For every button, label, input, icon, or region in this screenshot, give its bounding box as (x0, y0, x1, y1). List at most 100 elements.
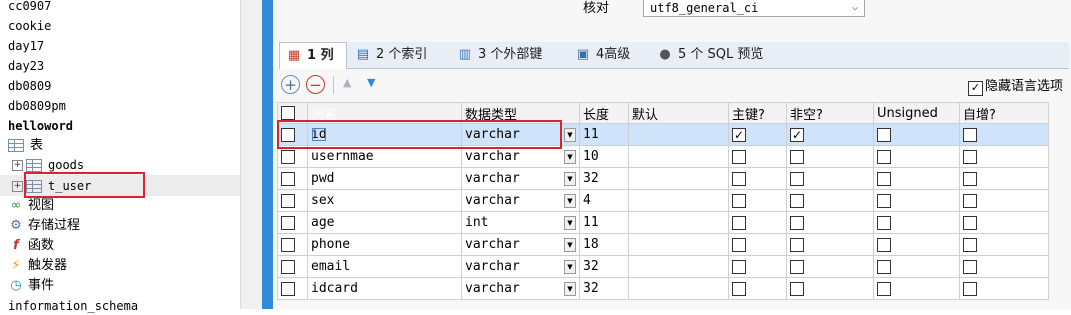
default-cell[interactable] (628, 255, 729, 278)
tree-db-cc0907[interactable]: cc0907 (8, 0, 51, 15)
data-type-cell[interactable]: varchar ▼ (461, 189, 580, 212)
auto-increment-checkbox[interactable] (963, 149, 977, 164)
row-select-checkbox[interactable] (281, 193, 295, 208)
header-length[interactable]: 长度 (579, 102, 629, 124)
not-null-cell[interactable] (786, 255, 874, 278)
tab-columns[interactable]: ▦ 1 列 (279, 42, 347, 69)
row-select-cell[interactable] (277, 233, 308, 256)
tree-db-helloword[interactable]: helloword (8, 117, 73, 135)
row-select-cell[interactable] (277, 277, 308, 300)
unsigned-cell[interactable] (873, 211, 960, 234)
move-up-icon[interactable]: ▲ (343, 76, 351, 89)
dropdown-arrow-icon[interactable]: ▼ (564, 172, 576, 186)
column-name-cell[interactable]: sex (307, 189, 462, 212)
default-cell[interactable] (628, 277, 729, 300)
select-all-header[interactable] (277, 102, 308, 124)
not-null-cell[interactable] (786, 189, 874, 212)
add-column-button[interactable]: + (281, 75, 300, 94)
primary-key-cell[interactable] (728, 233, 787, 256)
primary-key-cell[interactable] (728, 255, 787, 278)
length-cell[interactable]: 32 (579, 255, 629, 278)
auto-increment-cell[interactable] (959, 189, 1049, 212)
unsigned-cell[interactable] (873, 145, 960, 168)
unsigned-checkbox[interactable] (877, 281, 891, 296)
length-cell[interactable]: 10 (579, 145, 629, 168)
row-select-checkbox[interactable] (281, 259, 295, 274)
primary-key-cell[interactable] (728, 189, 787, 212)
row-select-cell[interactable] (277, 255, 308, 278)
data-type-cell[interactable]: varchar ▼ (461, 123, 580, 146)
tree-db-day17[interactable]: day17 (8, 37, 44, 55)
auto-increment-cell[interactable] (959, 255, 1049, 278)
auto-increment-cell[interactable] (959, 123, 1049, 146)
not-null-checkbox[interactable] (790, 237, 804, 252)
default-cell[interactable] (628, 233, 729, 256)
column-name-cell[interactable]: email (307, 255, 462, 278)
tab-foreign-keys[interactable]: ▥ 3 个外部键 (457, 42, 543, 68)
unsigned-checkbox[interactable] (877, 259, 891, 274)
table-row[interactable]: email varchar ▼ 32 (277, 255, 1049, 278)
not-null-cell[interactable] (786, 233, 874, 256)
length-cell[interactable]: 32 (579, 277, 629, 300)
tree-db-cookie[interactable]: cookie (8, 17, 51, 35)
header-primary-key[interactable]: 主键? (728, 102, 787, 124)
not-null-cell[interactable] (786, 145, 874, 168)
table-row[interactable]: id varchar ▼ 11 ✓ ✓ (277, 123, 1049, 146)
tree-folder-triggers[interactable]: ⚡ 触发器 (8, 257, 67, 275)
primary-key-cell[interactable]: ✓ (728, 123, 787, 146)
primary-key-checkbox[interactable] (732, 281, 746, 296)
unsigned-cell[interactable] (873, 167, 960, 190)
row-select-checkbox[interactable] (281, 127, 295, 142)
default-cell[interactable] (628, 211, 729, 234)
tab-advanced[interactable]: ▣ 4高级 (575, 42, 630, 68)
column-name-cell[interactable]: usernmae (307, 145, 462, 168)
length-cell[interactable]: 11 (579, 211, 629, 234)
table-row[interactable]: age int ▼ 11 (277, 211, 1049, 234)
auto-increment-cell[interactable] (959, 211, 1049, 234)
not-null-checkbox[interactable]: ✓ (790, 127, 804, 142)
auto-increment-checkbox[interactable] (963, 127, 977, 142)
auto-increment-checkbox[interactable] (963, 215, 977, 230)
primary-key-cell[interactable] (728, 277, 787, 300)
primary-key-checkbox[interactable]: ✓ (732, 127, 746, 142)
table-row[interactable]: sex varchar ▼ 4 (277, 189, 1049, 212)
auto-increment-cell[interactable] (959, 277, 1049, 300)
table-row[interactable]: phone varchar ▼ 18 (277, 233, 1049, 256)
auto-increment-checkbox[interactable] (963, 237, 977, 252)
length-cell[interactable]: 4 (579, 189, 629, 212)
tree-db-information_schema[interactable]: information_schema (8, 297, 138, 315)
primary-key-checkbox[interactable] (732, 259, 746, 274)
auto-increment-cell[interactable] (959, 145, 1049, 168)
unsigned-checkbox[interactable] (877, 127, 891, 142)
expand-icon[interactable]: + (12, 160, 23, 171)
dropdown-arrow-icon[interactable]: ▼ (564, 282, 576, 296)
unsigned-checkbox[interactable] (877, 193, 891, 208)
tree-table-t_user[interactable]: + t_user (12, 177, 91, 195)
not-null-cell[interactable] (786, 211, 874, 234)
tree-folder-tables[interactable]: 表 (8, 137, 43, 155)
data-type-cell[interactable]: varchar ▼ (461, 233, 580, 256)
row-select-cell[interactable] (277, 211, 308, 234)
not-null-checkbox[interactable] (790, 149, 804, 164)
dropdown-arrow-icon[interactable]: ▼ (564, 238, 576, 252)
primary-key-checkbox[interactable] (732, 171, 746, 186)
table-row[interactable]: idcard varchar ▼ 32 (277, 277, 1049, 300)
data-type-cell[interactable]: varchar ▼ (461, 277, 580, 300)
not-null-checkbox[interactable] (790, 171, 804, 186)
tab-indexes[interactable]: ▤ 2 个索引 (355, 42, 428, 68)
header-default[interactable]: 默认 (628, 102, 729, 124)
tree-folder-events[interactable]: ◷ 事件 (8, 277, 54, 295)
row-select-checkbox[interactable] (281, 149, 295, 164)
dropdown-arrow-icon[interactable]: ▼ (564, 128, 576, 142)
tree-table-goods[interactable]: + goods (12, 156, 84, 174)
auto-increment-checkbox[interactable] (963, 193, 977, 208)
column-name-cell[interactable]: pwd (307, 167, 462, 190)
data-type-cell[interactable]: int ▼ (461, 211, 580, 234)
row-select-cell[interactable] (277, 189, 308, 212)
default-cell[interactable] (628, 189, 729, 212)
primary-key-cell[interactable] (728, 167, 787, 190)
tree-folder-views[interactable]: ∞ 视图 (8, 197, 54, 215)
not-null-checkbox[interactable] (790, 259, 804, 274)
length-cell[interactable]: 11 (579, 123, 629, 146)
data-type-cell[interactable]: varchar ▼ (461, 167, 580, 190)
